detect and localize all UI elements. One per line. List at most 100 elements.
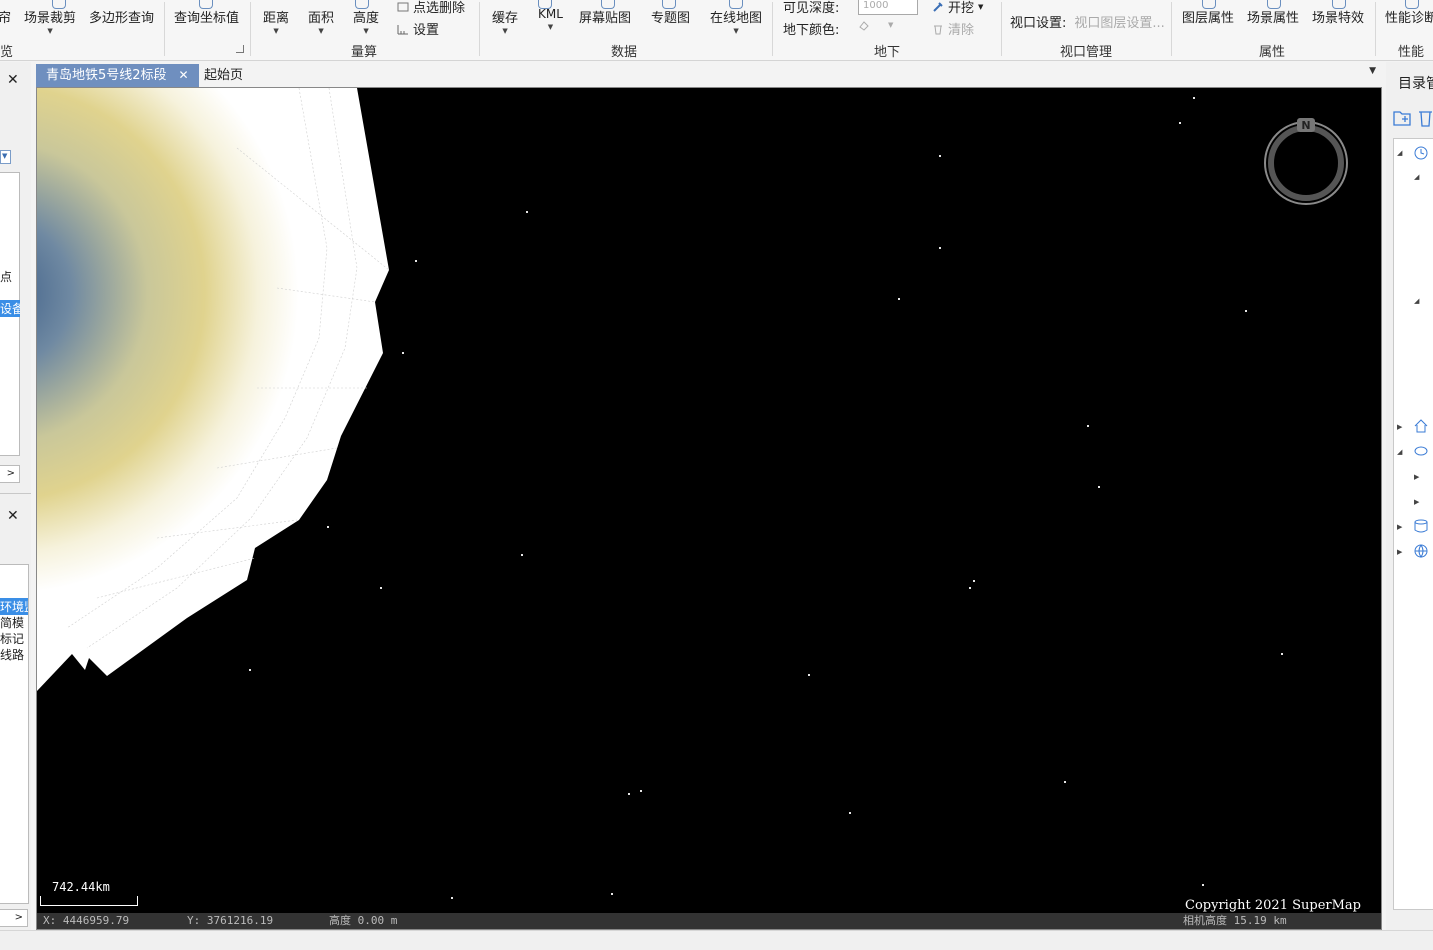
excavate-button[interactable]: 开挖 ▼ — [932, 0, 983, 16]
collapse-icon[interactable]: ▶ — [1414, 473, 1419, 481]
compass-north-label: N — [1301, 119, 1310, 132]
height-icon — [355, 0, 369, 9]
curtain-button[interactable]: 帘 — [0, 7, 11, 26]
visible-depth-input[interactable]: 1000 — [858, 0, 918, 15]
group-launcher-icon[interactable] — [236, 45, 244, 53]
screen-map-icon — [601, 0, 615, 9]
horizontal-scrollbar[interactable]: > — [0, 909, 28, 927]
expand-icon[interactable]: ◢ — [1397, 149, 1402, 157]
layer-properties-button[interactable]: 图层属性 — [1182, 0, 1234, 26]
ribbon-toolbar: 帘 场景裁剪 ▼ 多边形查询 查询坐标值 览 距离 ▼ 面积 ▼ 高度 ▼ 点选删除 设… — [0, 0, 1433, 61]
clear-button[interactable]: 清除 — [932, 19, 974, 38]
trash-icon — [934, 25, 942, 34]
star — [939, 155, 941, 157]
screen-map-button[interactable]: 屏幕贴图 — [579, 0, 631, 26]
camera-height-readout: 相机高度 15.19 km — [1183, 914, 1287, 927]
expand-icon[interactable]: ◢ — [1414, 297, 1419, 305]
list-item[interactable]: 点 — [0, 268, 28, 285]
scene-properties-button[interactable]: 场景属性 — [1247, 0, 1299, 26]
group-label-measure: 量算 — [351, 45, 378, 60]
height-readout: 高度 0.00 m — [329, 914, 398, 927]
chevron-right-icon: > — [14, 912, 23, 923]
database-icon — [1414, 519, 1428, 533]
close-icon[interactable]: ✕ — [7, 72, 19, 88]
star — [1281, 653, 1283, 655]
star — [415, 260, 417, 262]
tab-start-page[interactable]: 起始页 — [194, 64, 253, 87]
distance-button[interactable]: 距离 ▼ — [263, 7, 289, 35]
star — [611, 893, 613, 895]
online-map-button[interactable]: 在线地图 ▼ — [710, 0, 762, 35]
star — [973, 580, 975, 582]
star — [380, 587, 382, 589]
scene-clip-button[interactable]: 场景裁剪 ▼ — [24, 0, 76, 35]
underground-color-picker[interactable]: ▼ — [858, 19, 893, 31]
group-label-performance: 性能 — [1398, 45, 1425, 60]
performance-diagnosis-button[interactable]: 性能诊断 — [1385, 0, 1433, 26]
kml-icon — [538, 0, 552, 9]
viewport-settings-row: 视口设置: 视口图层设置... — [1010, 12, 1165, 31]
thematic-map-button[interactable]: 专题图 — [651, 0, 690, 26]
underground-color-label: 地下颜色: — [783, 23, 840, 38]
chevron-down-icon: ▼ — [47, 27, 53, 35]
viewport-layer-settings-button[interactable]: 视口图层设置... — [1074, 12, 1164, 31]
collapse-icon[interactable]: ▶ — [1414, 498, 1419, 506]
collapse-icon[interactable]: ▶ — [1397, 548, 1402, 556]
star — [402, 352, 404, 354]
star — [969, 587, 971, 589]
paint-bucket-icon — [859, 21, 869, 31]
list-item[interactable]: 线路 — [0, 646, 28, 663]
scene-effects-button[interactable]: 场景特效 — [1312, 0, 1364, 26]
chevron-down-icon: ▼ — [363, 27, 369, 35]
list-item-selected[interactable]: 设备 — [0, 300, 20, 317]
star — [1087, 425, 1089, 427]
kml-button[interactable]: KML ▼ — [538, 0, 563, 31]
measure-settings-button[interactable]: 设置 — [397, 19, 439, 38]
delete-icon[interactable] — [1418, 108, 1432, 128]
group-label-underground: 地下 — [874, 45, 901, 60]
scene-properties-icon — [1267, 0, 1281, 9]
point-delete-icon — [397, 2, 409, 11]
group-divider — [1171, 2, 1172, 56]
chevron-down-icon[interactable]: ▼ — [1369, 66, 1376, 76]
expand-icon[interactable]: ◢ — [1414, 173, 1419, 181]
visible-depth-label: 可见深度: — [783, 1, 840, 16]
collapse-icon[interactable]: ▶ — [1397, 523, 1402, 531]
star — [1064, 781, 1066, 783]
shovel-icon — [933, 1, 943, 12]
star — [808, 674, 810, 676]
chevron-down-icon: ▼ — [318, 27, 324, 35]
close-icon[interactable]: ✕ — [7, 508, 19, 524]
query-coordinate-icon — [199, 0, 213, 9]
list-item[interactable]: 简模 — [0, 614, 28, 631]
coordinate-status-line: X: 4446959.79 Y: 3761216.19 高度 0.00 m 相机… — [37, 913, 1381, 929]
scale-label: 742.44km — [52, 880, 110, 894]
scene-effects-icon — [1332, 0, 1346, 9]
star — [249, 669, 251, 671]
chevron-down-icon: ▼ — [273, 27, 279, 35]
close-icon[interactable]: ✕ — [179, 68, 189, 82]
expand-icon[interactable]: ◢ — [1397, 448, 1402, 456]
panel-title: 目录管 — [1398, 76, 1433, 92]
dropdown-toggle[interactable]: ▼ — [0, 150, 11, 164]
cache-button[interactable]: 缓存 ▼ — [492, 7, 518, 35]
list-item-selected[interactable]: 环境监 — [0, 598, 28, 615]
point-delete-button[interactable]: 点选删除 — [397, 0, 465, 16]
group-divider — [1375, 2, 1376, 56]
group-divider — [772, 2, 773, 56]
polygon-query-button[interactable]: 多边形查询 — [89, 7, 154, 26]
horizontal-scrollbar[interactable]: > — [0, 465, 20, 483]
tab-scene[interactable]: 青岛地铁5号线2标段 ✕ — [36, 64, 199, 87]
list-item[interactable]: 标记 — [0, 630, 28, 647]
compass-icon[interactable]: N — [1263, 118, 1353, 208]
height-button[interactable]: 高度 ▼ — [353, 0, 379, 35]
query-coordinate-button[interactable]: 查询坐标值 — [174, 0, 239, 26]
new-folder-icon[interactable] — [1392, 108, 1412, 128]
collapse-icon[interactable]: ▶ — [1397, 423, 1402, 431]
scene-viewport[interactable]: N 742.44km Copyright 2021 SuperMap X: 44… — [36, 87, 1382, 930]
group-divider — [164, 2, 165, 56]
scene-clip-icon — [52, 0, 66, 9]
star — [526, 211, 528, 213]
area-button[interactable]: 面积 ▼ — [308, 7, 334, 35]
star — [898, 298, 900, 300]
